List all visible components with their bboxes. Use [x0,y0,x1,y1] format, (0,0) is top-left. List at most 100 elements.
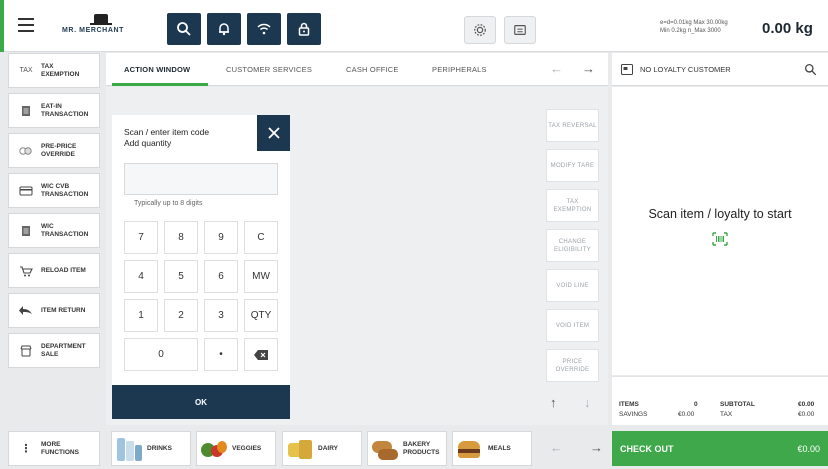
key-mw[interactable]: MW [244,260,278,293]
actions-up-arrow-icon[interactable]: ↑ [550,395,557,410]
weight-display: 0.00 kg [762,20,813,37]
receipt-icon [15,105,37,117]
cash-drawer-button[interactable] [504,16,536,44]
more-functions-button[interactable]: ⋮ MORE FUNCTIONS [8,431,100,466]
change-eligibility-button[interactable]: CHANGE ELIGIBILITY [546,229,599,262]
category-drinks[interactable]: DRINKS [111,431,191,466]
card-icon [15,186,37,196]
loyalty-status: NO LOYALTY CUSTOMER [640,65,731,74]
price-override-button[interactable]: PRICE OVERRIDE [546,349,599,382]
sidebar-item-pre-price-override[interactable]: PRE-PRICE OVERRIDE [8,133,100,168]
key-0[interactable]: 0 [124,338,198,371]
search-button[interactable] [167,13,201,45]
key-backspace[interactable] [244,338,278,371]
tax-icon: TAX [19,67,33,74]
input-hint: Typically up to 8 digits [134,200,203,207]
key-1[interactable]: 1 [124,299,158,332]
tabs-bar: ACTION WINDOW CUSTOMER SERVICES CASH OFF… [106,53,608,86]
modify-tare-button[interactable]: MODIFY TARE [546,149,599,182]
key-9[interactable]: 9 [204,221,238,254]
accent-stripe [0,0,4,52]
lock-button[interactable] [287,13,321,45]
active-tab-indicator [112,83,208,86]
transaction-list: Scan item / loyalty to start ↓ ↑ [612,87,828,389]
sidebar-item-eat-in[interactable]: EAT-IN TRANSACTION [8,93,100,128]
wifi-icon [257,23,271,35]
sidebar-item-reload[interactable]: RELOAD ITEM [8,253,100,288]
customer-card-icon [621,64,633,75]
network-button[interactable] [247,13,281,45]
key-4[interactable]: 4 [124,260,158,293]
dairy-image [285,435,315,463]
key-clear[interactable]: C [244,221,278,254]
tax-reversal-button[interactable]: TAX REVERSAL [546,109,599,142]
pos-screen: MR. MERCHANT e=d=0.01kg Max 30.00kg Min … [0,0,828,469]
bakery-image [370,435,400,463]
tabs-next-arrow-icon[interactable]: → [582,61,595,76]
items-count: 0 [694,401,698,408]
tax-value: €0.00 [798,411,815,418]
sidebar-item-department-sale[interactable]: DEPARTMENT SALE [8,333,100,368]
key-qty[interactable]: QTY [244,299,278,332]
more-dots-icon: ⋮ [20,443,32,455]
category-bakery[interactable]: BAKERY PRODUCTS [367,431,447,466]
loyalty-header: NO LOYALTY CUSTOMER [612,53,828,86]
sidebar-item-return[interactable]: ITEM RETURN [8,293,100,328]
actions-down-arrow-icon[interactable]: ↓ [584,395,591,410]
key-8[interactable]: 8 [164,221,198,254]
receipt-icon [15,225,37,237]
sidebar-item-tax-exemption[interactable]: TAX TAX EXEMPTION [8,53,100,88]
savings-value: €0.00 [678,411,695,418]
return-arrow-icon [15,305,37,316]
key-7[interactable]: 7 [124,221,158,254]
tax-exemption-button[interactable]: TAX EXEMPTION [546,189,599,222]
category-dairy[interactable]: DAIRY [282,431,362,466]
bell-icon [219,23,229,36]
category-veggies[interactable]: VEGGIES [196,431,276,466]
category-meals[interactable]: MEALS [452,431,532,466]
drinks-image [114,435,144,463]
categories-prev-arrow-icon[interactable]: ← [550,440,563,455]
key-3[interactable]: 3 [204,299,238,332]
veggies-image [199,435,229,463]
hat-icon [94,14,108,23]
cart-reload-icon [15,265,37,277]
tab-customer-services[interactable]: CUSTOMER SERVICES [226,65,312,74]
tab-cash-office[interactable]: CASH OFFICE [346,65,399,74]
checkout-amount: €0.00 [797,443,820,454]
tab-action-window[interactable]: ACTION WINDOW [124,65,190,74]
totals-summary: ITEMS 0 SUBTOTAL €0.00 SAVINGS €0.00 TAX… [612,376,828,425]
void-line-button[interactable]: VOID LINE [546,269,599,302]
close-icon [267,127,280,139]
search-icon[interactable] [804,63,817,76]
tabs-prev-arrow-icon[interactable]: ← [550,61,563,76]
brand-logo: MR. MERCHANT [62,14,142,42]
keypad-title: Scan / enter item code Add quantity [124,127,210,148]
key-6[interactable]: 6 [204,260,238,293]
search-icon [177,22,191,36]
close-keypad-button[interactable] [257,115,290,151]
ok-button[interactable]: OK [112,385,290,419]
sidebar-item-wic[interactable]: WIC TRANSACTION [8,213,100,248]
notifications-button[interactable] [207,13,241,45]
menu-icon[interactable] [18,18,34,32]
barcode-icon [712,232,728,246]
sidebar-item-wic-cvb[interactable]: WIC CVB TRANSACTION [8,173,100,208]
meals-image [455,435,485,463]
scale-info: e=d=0.01kg Max 30.00kg Min 0.2kg n_Max 3… [660,20,728,34]
subtotal-value: €0.00 [798,401,815,408]
item-entry-panel: Scan / enter item code Add quantity Typi… [112,115,290,385]
settings-button[interactable] [464,16,496,44]
categories-next-arrow-icon[interactable]: → [590,440,603,455]
key-2[interactable]: 2 [164,299,198,332]
item-code-input[interactable] [124,163,278,195]
backspace-icon [254,349,268,360]
key-5[interactable]: 5 [164,260,198,293]
coins-icon [15,146,37,156]
checkout-button[interactable]: CHECK OUT €0.00 [612,431,828,466]
key-decimal[interactable]: • [204,338,238,371]
void-item-button[interactable]: VOID ITEM [546,309,599,342]
lock-icon [298,22,310,36]
tab-peripherals[interactable]: PERIPHERALS [432,65,487,74]
brand-name: MR. MERCHANT [62,27,125,34]
